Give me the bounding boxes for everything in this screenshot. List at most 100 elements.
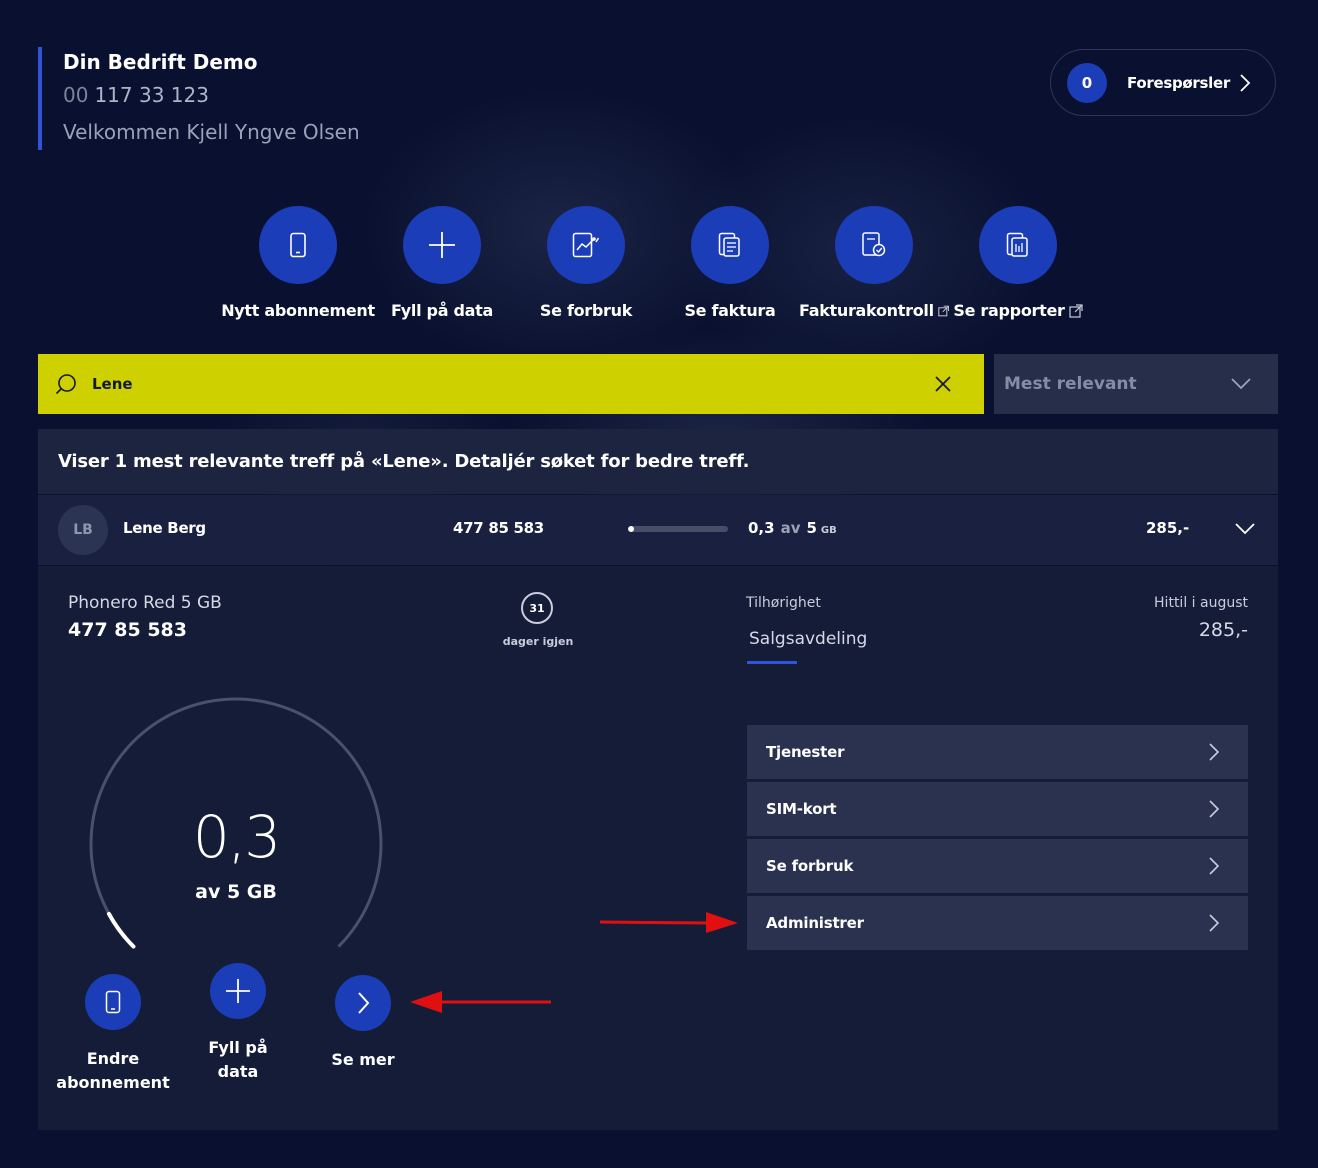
chevron-right-icon — [1240, 74, 1251, 92]
menu-item-administer[interactable]: Administrer — [747, 896, 1248, 950]
usage-used: 0,3 — [748, 519, 775, 537]
requests-label: Forespørsler — [1127, 73, 1230, 92]
phone-prefix: 00 — [63, 83, 89, 107]
menu-item-services[interactable]: Tjenester — [747, 725, 1248, 779]
search-input[interactable] — [92, 375, 872, 393]
qa-circle[interactable] — [403, 206, 481, 284]
days-left-badge: 31 — [521, 592, 553, 624]
close-icon[interactable] — [934, 375, 952, 393]
company-name: Din Bedrift Demo — [63, 50, 258, 74]
quick-action-invoice-control[interactable]: Fakturakontroll — [799, 206, 949, 320]
qa-circle[interactable] — [979, 206, 1057, 284]
gauge-progress — [106, 911, 136, 949]
plan-number: 477 85 583 — [68, 619, 187, 641]
subscription-price: 285,- — [1146, 519, 1190, 537]
quick-action-top-up-data[interactable]: Fyll på data — [367, 206, 517, 320]
phone-number: 117 33 123 — [94, 83, 209, 107]
menu-item-label: SIM-kort — [766, 800, 837, 818]
chevron-right-icon — [358, 992, 370, 1014]
annotation-arrow-see-more — [410, 991, 551, 1013]
change-subscription-action[interactable]: Endre abonnement — [43, 974, 183, 1095]
qa-circle[interactable] — [835, 206, 913, 284]
usage-progress-fill — [628, 526, 634, 532]
requests-count-badge: 0 — [1067, 62, 1107, 103]
days-left-label: dager igjen — [502, 635, 574, 648]
usage-of: av — [780, 519, 801, 537]
chevron-right-icon — [1209, 914, 1220, 932]
usage-progress-bar — [628, 526, 728, 532]
chevron-down-icon — [1231, 378, 1251, 390]
affiliation-underline — [747, 661, 797, 664]
qa-circle[interactable] — [259, 206, 337, 284]
plan-name: Phonero Red 5 GB — [68, 593, 222, 613]
sort-dropdown[interactable]: Mest relevant — [994, 354, 1278, 414]
phone-icon — [290, 232, 306, 258]
chevron-down-icon[interactable] — [1234, 522, 1256, 536]
menu-item-label: Administrer — [766, 914, 864, 932]
company-phone: 00 117 33 123 — [63, 81, 360, 109]
invoice-icon — [718, 232, 740, 257]
subscriber-name: Lene Berg — [123, 519, 206, 537]
cost-to-date-value: 285,- — [1198, 619, 1248, 641]
quick-action-reports[interactable]: Se rapporter — [943, 206, 1093, 320]
usage-unit: GB — [820, 525, 837, 536]
qa-circle[interactable] — [691, 206, 769, 284]
quick-action-label: Se faktura — [655, 301, 805, 320]
search-icon — [55, 374, 76, 395]
qa-label-text: Se faktura — [684, 301, 776, 320]
top-up-data-action[interactable]: Fyll på data — [168, 963, 308, 1084]
quick-action-label: Fakturakontroll — [799, 301, 949, 320]
quick-action-label: Se rapporter — [943, 301, 1093, 320]
qa-label-text: Se forbruk — [539, 301, 633, 320]
company-header: Din Bedrift Demo 00 117 33 123 Velkommen … — [38, 47, 360, 150]
results-info-bar: Viser 1 mest relevante treff på «Lene». … — [38, 429, 1278, 494]
qa-label-text: Fakturakontroll — [799, 301, 934, 320]
cost-to-date-label: Hittil i august — [1154, 595, 1248, 611]
qa-circle[interactable] — [547, 206, 625, 284]
qa-label-text: Fyll på data — [391, 301, 493, 320]
see-more-button[interactable] — [335, 975, 391, 1031]
plus-icon — [429, 232, 455, 258]
bottom-action-label: Fyll på data — [208, 1038, 268, 1081]
subscription-row[interactable]: LB Lene Berg 477 85 583 0,3 av 5 GB 285,- — [38, 495, 1278, 565]
usage-text: 0,3 av 5 GB — [748, 519, 837, 537]
invoice-check-icon — [862, 232, 886, 257]
menu-item-usage[interactable]: Se forbruk — [747, 839, 1248, 893]
bottom-action-label: Se mer — [331, 1050, 395, 1069]
annotation-arrow-administer — [599, 912, 738, 933]
quick-action-label: Nytt abonnement — [221, 301, 375, 320]
requests-button[interactable]: 0 Forespørsler — [1050, 49, 1276, 116]
chart-icon — [572, 232, 600, 258]
menu-item-sim-card[interactable]: SIM-kort — [747, 782, 1248, 836]
menu-item-label: Se forbruk — [766, 857, 854, 875]
quick-action-label: Se forbruk — [511, 301, 661, 320]
gauge-value: 0,3 — [192, 803, 281, 871]
search-bar — [38, 354, 984, 414]
subscriber-number: 477 85 583 — [453, 519, 544, 537]
chevron-right-icon — [1209, 800, 1220, 818]
quick-action-label: Fyll på data — [367, 301, 517, 320]
usage-total: 5 — [806, 519, 817, 537]
report-icon — [1006, 232, 1028, 257]
affiliation-value[interactable]: Salgsavdeling — [749, 629, 867, 649]
menu-item-label: Tjenester — [766, 743, 845, 761]
external-link-icon — [1069, 303, 1083, 318]
chevron-right-icon — [1209, 743, 1220, 761]
phone-icon — [105, 990, 121, 1014]
affiliation-label: Tilhørighet — [746, 595, 821, 611]
sort-label: Mest relevant — [1004, 374, 1137, 394]
quick-action-new-subscription[interactable]: Nytt abonnement — [221, 206, 375, 320]
top-up-data-button[interactable] — [210, 963, 266, 1019]
change-subscription-button[interactable] — [85, 974, 141, 1030]
bottom-action-label: Endre abonnement — [56, 1049, 170, 1092]
qa-label-text: Se rapporter — [953, 301, 1065, 320]
quick-action-usage[interactable]: Se forbruk — [511, 206, 661, 320]
qa-label-text: Nytt abonnement — [221, 301, 375, 320]
avatar: LB — [58, 505, 108, 555]
subscription-detail-panel: Phonero Red 5 GB 477 85 583 31 dager igj… — [38, 566, 1278, 1130]
plus-icon — [226, 979, 250, 1003]
results-info-text: Viser 1 mest relevante treff på «Lene». … — [58, 451, 750, 472]
welcome-text: Velkommen Kjell Yngve Olsen — [63, 120, 360, 144]
quick-action-invoice[interactable]: Se faktura — [655, 206, 805, 320]
gauge-subtitle: av 5 GB — [195, 881, 277, 903]
